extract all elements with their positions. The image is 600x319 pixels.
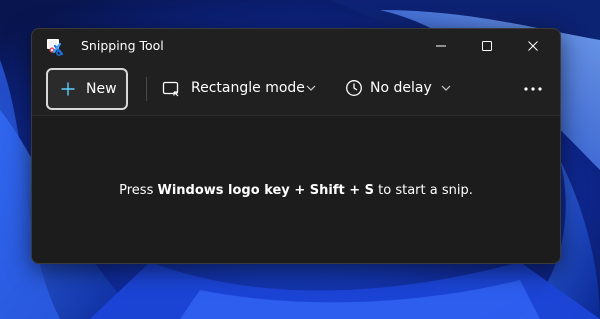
delay-label: No delay [370, 80, 432, 96]
snip-instruction-text: Press Windows logo key + Shift + S to st… [32, 183, 560, 198]
hint-prefix: Press [119, 183, 158, 198]
snip-mode-label: Rectangle mode [191, 80, 305, 96]
close-button[interactable] [510, 29, 556, 63]
snipping-tool-icon [47, 39, 64, 56]
desktop: Snipping Tool New Rectangle mode No dela… [0, 0, 600, 319]
more-options-button[interactable] [516, 72, 550, 106]
more-icon [524, 87, 542, 91]
maximize-icon [482, 41, 492, 51]
chevron-down-icon [441, 85, 451, 91]
new-button-label: New [86, 81, 117, 97]
snip-mode-dropdown[interactable]: Rectangle mode [156, 68, 326, 110]
clock-icon [346, 80, 362, 96]
window-title: Snipping Tool [81, 38, 164, 53]
hint-key-shift: Shift [309, 183, 345, 198]
delay-dropdown[interactable]: No delay [340, 68, 460, 110]
minimize-button[interactable] [418, 29, 464, 63]
minimize-icon [436, 45, 446, 47]
close-icon [528, 41, 538, 51]
hint-key-windows: Windows logo key [157, 183, 290, 198]
toolbar-divider [146, 77, 147, 101]
plus-icon [61, 82, 75, 96]
hint-suffix: to start a snip. [374, 183, 473, 198]
hint-key-s: S [364, 183, 375, 198]
toolbar: New Rectangle mode No delay [32, 63, 560, 115]
maximize-button[interactable] [464, 29, 510, 63]
new-snip-button[interactable]: New [46, 68, 128, 110]
hint-plus: + [344, 183, 365, 198]
snipping-tool-window: Snipping Tool New Rectangle mode No dela… [31, 28, 561, 264]
rectangle-icon [162, 81, 179, 97]
snip-content-area: Press Windows logo key + Shift + S to st… [32, 115, 560, 263]
hint-plus: + [289, 183, 310, 198]
chevron-down-icon [306, 85, 316, 91]
title-bar[interactable]: Snipping Tool [32, 29, 560, 63]
